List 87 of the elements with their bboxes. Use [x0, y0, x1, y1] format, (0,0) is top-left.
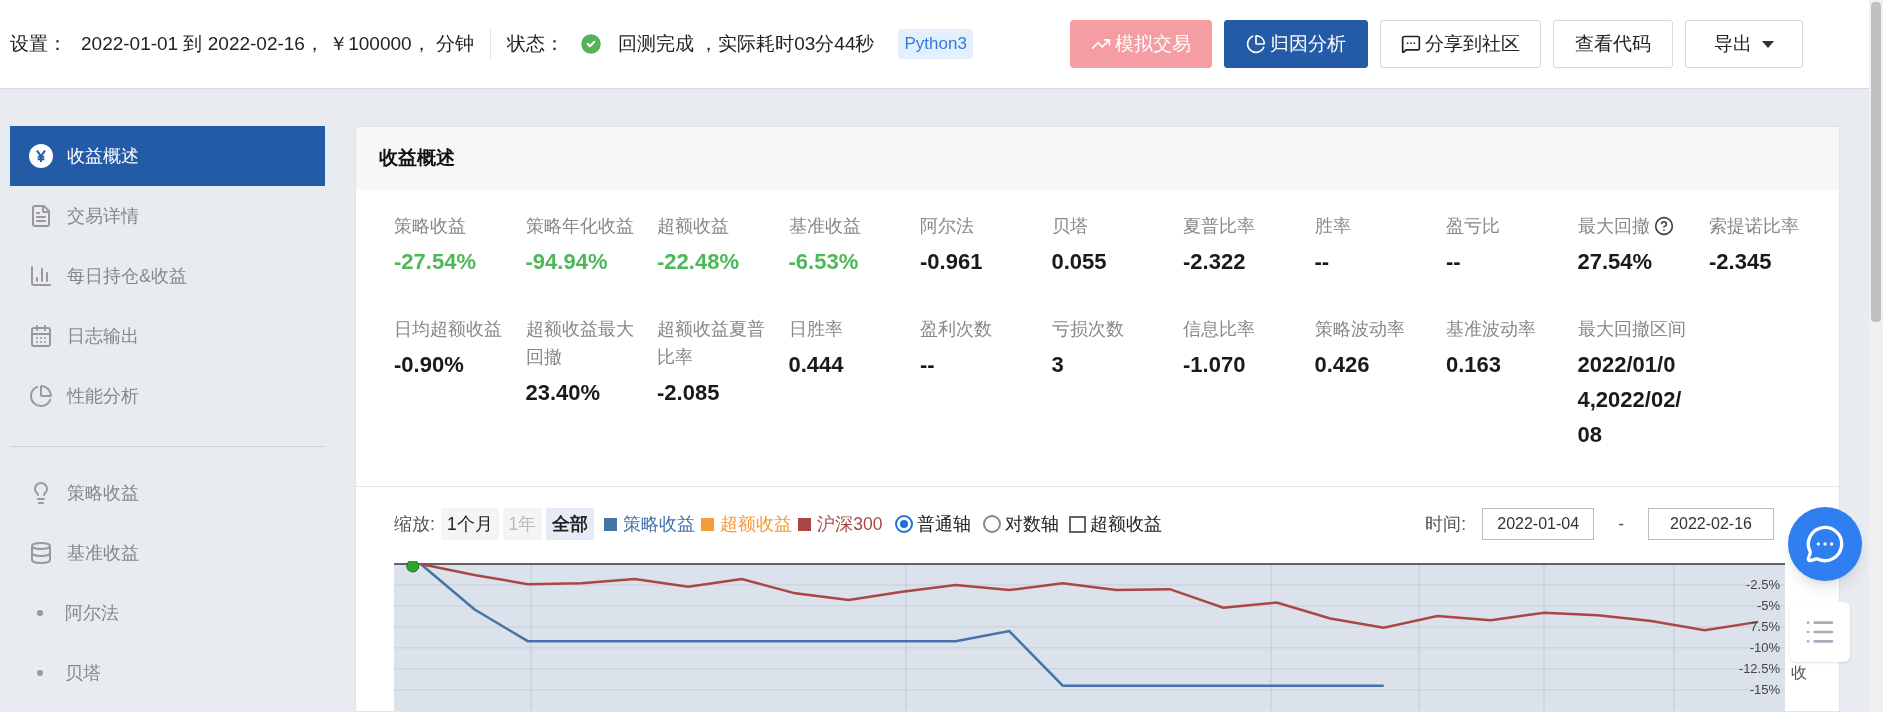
- status-label: 状态：: [506, 31, 564, 56]
- metric-value: -2.085: [657, 379, 721, 407]
- y-tick-label: 7.5%: [1749, 619, 1781, 633]
- metric-value: 3: [1051, 351, 1065, 379]
- metric-label: 策略年化收益: [525, 215, 634, 238]
- axis-radio[interactable]: 普通轴: [894, 510, 971, 538]
- language-badge: Python3: [898, 29, 973, 59]
- metric-value: -2.322: [1183, 248, 1247, 276]
- start-point-marker: [406, 561, 420, 573]
- y-tick-label: -10%: [1748, 640, 1781, 654]
- metric-label: 最大回撤: [1577, 215, 1650, 238]
- metric-value: -2.345: [1709, 248, 1773, 276]
- axis-radio[interactable]: 对数轴: [982, 510, 1059, 538]
- date-from-field[interactable]: 2022-01-04: [1482, 508, 1595, 540]
- chat-icon: [1805, 524, 1845, 564]
- metric-value: 2022/01/04,2022/02/08: [1577, 351, 1683, 449]
- zoom-label: 缩放:: [394, 512, 435, 536]
- toolbar-button[interactable]: 分享到社区: [1380, 20, 1541, 68]
- metric-label: 索提诺比率: [1709, 215, 1799, 238]
- metric-value: --: [1314, 248, 1331, 276]
- comment-icon: [1401, 34, 1421, 54]
- metric-label: 策略收益: [394, 215, 466, 238]
- toolbar-button[interactable]: 归因分析: [1224, 20, 1368, 68]
- metric-value: 0.426: [1314, 351, 1371, 379]
- metric-label: 超额收益夏普比率: [657, 318, 766, 369]
- metric-value: --: [920, 351, 936, 379]
- metric-label: 超额收益: [657, 215, 729, 238]
- date-to-field[interactable]: 2022-02-16: [1648, 508, 1774, 540]
- y-tick-label: -15%: [1748, 682, 1781, 696]
- database-icon: [29, 541, 53, 565]
- calendar-icon: [29, 324, 53, 348]
- bar-chart-icon: [29, 264, 53, 288]
- settings-label: 设置：: [10, 31, 67, 56]
- pie-chart-icon: [1246, 34, 1266, 54]
- sidebar-item[interactable]: 收益概述: [10, 126, 325, 186]
- metric-value: -22.48%: [657, 248, 740, 276]
- metric-value: -0.90%: [394, 351, 465, 379]
- bullet-icon: [37, 670, 43, 676]
- metric-label: 盈亏比: [1446, 215, 1500, 238]
- metric-label: 夏普比率: [1183, 215, 1255, 238]
- metric-value: -1.070: [1183, 351, 1247, 379]
- toolbar-button[interactable]: 导出: [1685, 20, 1803, 68]
- metric-value: -27.54%: [394, 248, 477, 276]
- metric-value: -6.53%: [788, 248, 860, 276]
- metric-label: 最大回撤区间: [1577, 318, 1686, 341]
- bullet-icon: [37, 610, 43, 616]
- status-text: 回测完成 ，实际耗时03分44秒: [617, 31, 875, 56]
- metric-label: 胜率: [1314, 215, 1351, 238]
- metric-label: 阿尔法: [920, 215, 974, 238]
- date-separator: -: [1618, 512, 1624, 536]
- excess-checkbox[interactable]: 超额收益: [1068, 510, 1162, 538]
- y-tick-label: -2.5%: [1745, 577, 1781, 591]
- metric-value: --: [1446, 248, 1462, 276]
- metric-value: 27.54%: [1577, 248, 1654, 276]
- document-icon: [29, 204, 53, 228]
- metric-label: 策略波动率: [1314, 318, 1405, 341]
- zoom-option[interactable]: 1个月: [440, 508, 499, 540]
- metric-label: 超额收益最大回撤: [525, 318, 635, 369]
- metric-value: 23.40%: [525, 379, 602, 407]
- metric-value: -0.961: [920, 248, 984, 276]
- metric-value: -94.94%: [525, 248, 609, 276]
- yen-icon: [29, 144, 53, 168]
- metric-label: 基准波动率: [1446, 318, 1536, 341]
- panel-title: 收益概述: [379, 146, 455, 171]
- y-tick-label: -12.5%: [1737, 661, 1781, 675]
- metric-label: 盈利次数: [920, 318, 992, 341]
- metric-value: 0.163: [1446, 351, 1503, 379]
- metric-label: 日胜率: [788, 318, 843, 341]
- metric-label: 贝塔: [1051, 215, 1088, 238]
- y-axis-label: 收: [1791, 664, 1807, 683]
- zoom-option[interactable]: 全部: [546, 508, 595, 540]
- legend-label: 策略收益: [623, 512, 696, 536]
- pie-chart-icon: [29, 384, 53, 408]
- metric-label: 日均超额收益: [394, 318, 502, 341]
- settings-value: 2022-01-01 到 2022-02-16， ￥100000， 分钟: [81, 31, 474, 56]
- toolbar-button[interactable]: 查看代码: [1553, 20, 1673, 68]
- legend-label: 沪深300: [817, 512, 883, 536]
- list-button[interactable]: [1790, 602, 1850, 662]
- metric-label: 信息比率: [1183, 318, 1255, 341]
- metric-value: 0.055: [1051, 248, 1108, 276]
- legend-label: 超额收益: [720, 512, 793, 536]
- metric-label: 亏损次数: [1051, 318, 1124, 341]
- caret-icon: [1762, 40, 1774, 48]
- metric-value: 0.444: [788, 351, 845, 379]
- metric-label: 基准收益: [788, 215, 861, 238]
- time-label: 时间:: [1425, 512, 1467, 536]
- y-tick-label: -5%: [1755, 598, 1781, 612]
